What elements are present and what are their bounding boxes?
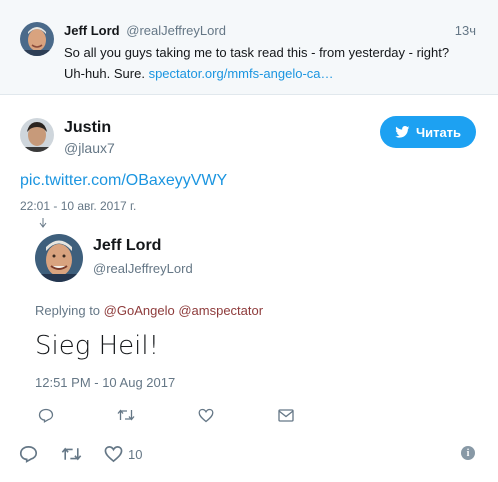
like-button[interactable]: 10 xyxy=(104,442,142,466)
author-name[interactable]: Justin xyxy=(64,119,111,137)
parent-author-name[interactable]: Jeff Lord xyxy=(64,23,120,38)
parent-tweet[interactable]: Jeff Lord @realJeffreyLord 13ч So all yo… xyxy=(0,0,498,95)
quoted-author-avatar xyxy=(35,234,83,282)
quoted-author-name: Jeff Lord xyxy=(93,237,162,254)
like-count: 10 xyxy=(128,446,143,462)
author-handle[interactable]: @jlaux7 xyxy=(64,140,115,156)
reply-icon xyxy=(19,445,38,463)
twitter-bird-icon xyxy=(395,126,410,138)
parent-author-handle[interactable]: @realJeffreyLord xyxy=(126,23,226,38)
quoted-heart-icon xyxy=(195,404,217,426)
quoted-actions-bar xyxy=(0,404,498,426)
quoted-reply-icon xyxy=(35,404,57,426)
heart-icon xyxy=(104,445,123,463)
retweet-button[interactable] xyxy=(61,442,82,466)
retweet-icon xyxy=(61,446,82,462)
tweet-date[interactable]: 22:01 - 10 авг. 2017 г. xyxy=(20,199,136,213)
reply-button[interactable] xyxy=(19,442,38,466)
parent-tweet-text: So all you guys taking me to task read t… xyxy=(64,42,464,84)
quoted-tweet-date: 12:51 PM - 10 Aug 2017 xyxy=(35,375,176,390)
follow-button-label: Читать xyxy=(415,124,462,140)
quoted-retweet-icon xyxy=(115,404,137,426)
replying-to-prefix: Replying to xyxy=(35,303,101,318)
replying-to-mention-2: @amspectator xyxy=(178,303,264,318)
parent-header: Jeff Lord @realJeffreyLord xyxy=(64,23,226,38)
info-icon[interactable]: i xyxy=(461,446,475,460)
quoted-replying-to: Replying to @GoAngelo @amspectator xyxy=(35,303,263,318)
author-avatar[interactable] xyxy=(20,118,54,152)
chevron-down-icon xyxy=(39,218,47,228)
media-link[interactable]: pic.twitter.com/OBaxeyyVWY xyxy=(20,172,227,190)
quoted-message-icon xyxy=(275,404,297,426)
follow-button[interactable]: Читать xyxy=(380,116,476,148)
parent-avatar[interactable] xyxy=(20,22,54,56)
parent-timestamp[interactable]: 13ч xyxy=(455,23,476,38)
parent-link[interactable]: spectator.org/mmfs-angelo-ca… xyxy=(149,66,334,81)
quoted-tweet-text: Sieg Heil! xyxy=(35,331,160,361)
quoted-author-handle: @realJeffreyLord xyxy=(93,261,193,276)
replying-to-mention-1: @GoAngelo xyxy=(103,303,175,318)
tweet-actions-bar: 10 xyxy=(0,442,498,466)
